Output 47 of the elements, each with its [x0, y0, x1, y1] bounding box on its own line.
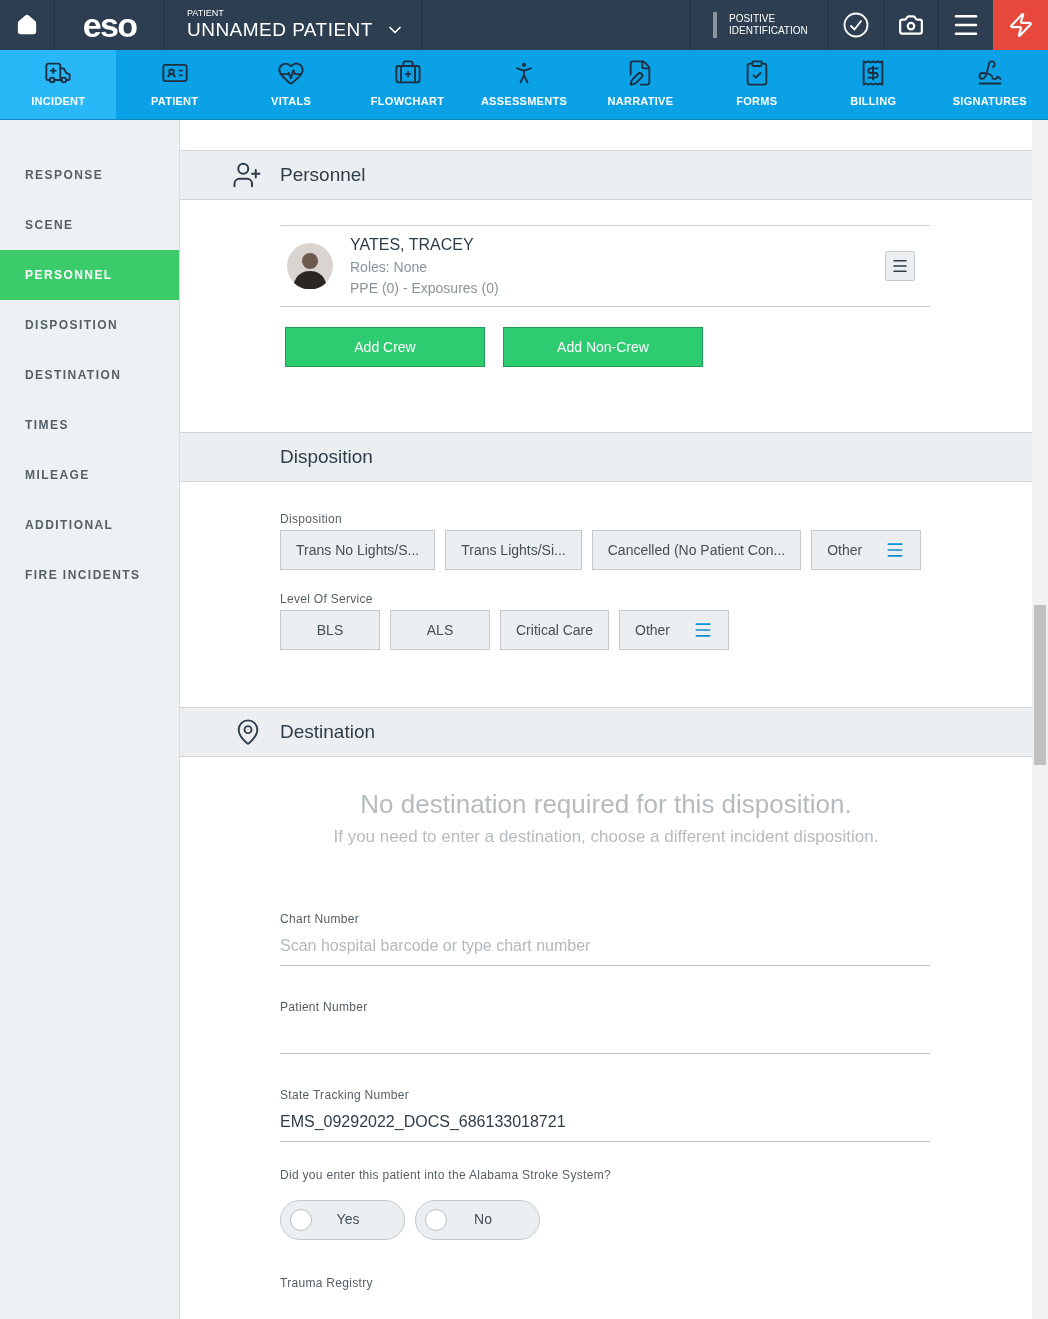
option-button[interactable]: Critical Care	[500, 610, 609, 650]
alert-button[interactable]	[993, 0, 1048, 50]
crew-roles: Roles: None	[350, 258, 429, 277]
text-field[interactable]: EMS_09292022_DOCS_686133018721	[280, 1103, 930, 1142]
radio-button[interactable]: Yes	[280, 1199, 405, 1240]
field-label: Trauma Registry	[280, 1275, 373, 1290]
crew-name: YATES, TRACEY	[350, 235, 475, 255]
sidebar-item[interactable]: FIRE INCIDENTS	[0, 550, 179, 600]
crew-menu-button[interactable]	[885, 251, 915, 281]
logo: eso	[82, 8, 137, 42]
text-field[interactable]: Scan hospital barcode or type chart number	[280, 927, 930, 966]
home-icon	[16, 14, 38, 36]
menu-icon	[891, 257, 909, 275]
section-title: Destination	[280, 719, 376, 744]
sidebar-item[interactable]: MILEAGE	[0, 450, 179, 500]
lightning-icon	[1007, 12, 1034, 38]
sidebar-item[interactable]: DISPOSITION	[0, 300, 179, 350]
group-label: Level Of Service	[280, 591, 374, 608]
field-label: Chart Number	[280, 910, 360, 928]
field-label: State Tracking Number	[280, 1086, 411, 1104]
option-button[interactable]: Trans No Lights/S...	[280, 530, 436, 570]
option-button[interactable]: BLS	[280, 610, 380, 650]
avatar	[287, 243, 333, 289]
question-label: Did you enter this patient into the Alabama Stroke System?	[280, 1166, 612, 1184]
camera-icon	[898, 12, 924, 38]
option-button[interactable]: Other	[811, 530, 922, 570]
section-title: Personnel	[280, 162, 366, 187]
option-button[interactable]: ALS	[390, 610, 490, 650]
sidebar-item[interactable]: TIMES	[0, 400, 179, 450]
personnel-icon	[232, 160, 262, 190]
scrollbar[interactable]	[1032, 120, 1048, 1319]
crew-ppe: PPE (0) - Exposures (0)	[350, 279, 500, 298]
check-circle-icon	[843, 12, 869, 38]
sidebar-item[interactable]: ADDITIONAL	[0, 500, 179, 550]
section-title: Disposition	[280, 444, 373, 469]
notice-text: If you need to enter a destination, choose a different incident disposition.	[333, 826, 879, 848]
sidebar-item[interactable]: RESPONSE	[0, 150, 179, 200]
radio-button[interactable]: No	[415, 1199, 540, 1240]
sidebar-item[interactable]: SCENE	[0, 200, 179, 250]
option-button[interactable]: Other	[619, 610, 729, 650]
notice-title: No destination required for this disposition.	[360, 788, 852, 821]
option-button[interactable]: Cancelled (No Patient Con...	[591, 530, 802, 570]
sidebar-item[interactable]: DESTINATION	[0, 350, 179, 400]
group-label: Disposition	[280, 511, 343, 528]
field-label: Patient Number	[280, 998, 369, 1016]
list-icon	[693, 620, 713, 640]
option-button[interactable]: Trans Lights/Si...	[445, 530, 582, 570]
